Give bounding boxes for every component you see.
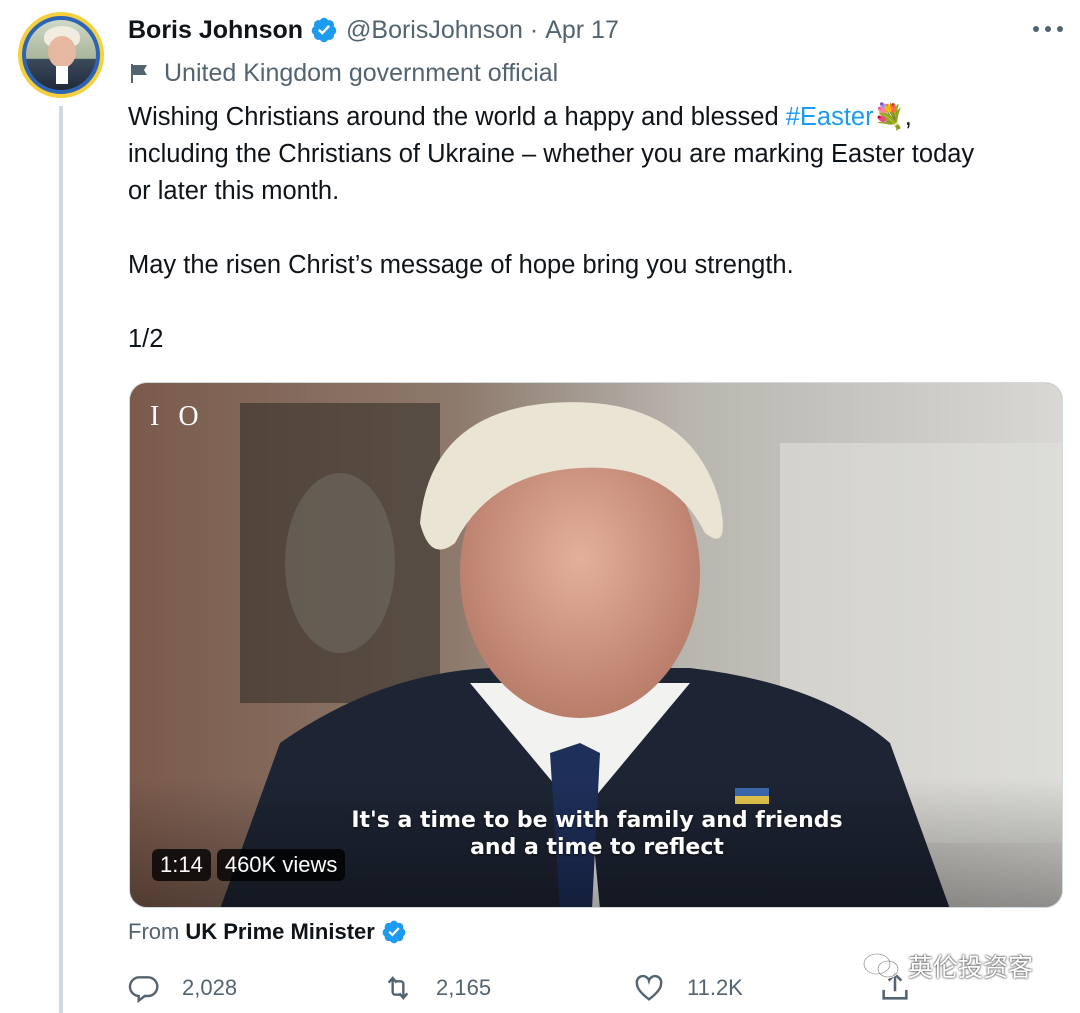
subtitle-line: It's a time to be with family and friend… bbox=[351, 808, 843, 833]
verified-icon bbox=[382, 920, 406, 944]
tweet-text-comma: , bbox=[904, 103, 912, 131]
video-player[interactable]: I O It's a time to be with family and fr… bbox=[129, 382, 1063, 908]
verified-icon bbox=[311, 17, 337, 43]
tweet-text: Wishing Christians around the world a ha… bbox=[128, 99, 1063, 358]
like-button[interactable]: 11.2K bbox=[633, 970, 743, 1006]
media-source: From UK Prime Minister bbox=[128, 916, 415, 948]
video-badges: 1:14 460K views bbox=[152, 849, 346, 881]
reply-icon bbox=[128, 976, 159, 1004]
source-account-link[interactable]: UK Prime Minister bbox=[185, 919, 375, 945]
like-count: 11.2K bbox=[687, 975, 743, 1000]
avatar[interactable] bbox=[18, 12, 104, 98]
government-label-text: United Kingdom government official bbox=[164, 58, 559, 87]
tweet-text-line: May the risen Christ’s message of hope b… bbox=[128, 251, 794, 279]
tweet-text-line: Wishing Christians around the world a ha… bbox=[128, 103, 786, 131]
wechat-icon bbox=[862, 952, 900, 979]
channel-mark: I O bbox=[150, 401, 205, 432]
retweet-icon bbox=[387, 976, 409, 1000]
tweet-header: Boris Johnson @BorisJohnson · Apr 17 bbox=[128, 14, 619, 46]
reply-count: 2,028 bbox=[182, 975, 238, 1000]
wechat-watermark: 英伦投资客 bbox=[862, 948, 1033, 984]
tweet-card: Boris Johnson @BorisJohnson · Apr 17 Uni… bbox=[0, 0, 1080, 1013]
wechat-watermark-text: 英伦投资客 bbox=[908, 954, 1034, 982]
more-options-icon[interactable] bbox=[1033, 18, 1063, 40]
retweet-count: 2,165 bbox=[436, 975, 492, 1000]
government-label: United Kingdom government official bbox=[128, 57, 558, 89]
tweet-text-line: 1/2 bbox=[128, 325, 164, 353]
avatar-photo bbox=[26, 20, 96, 90]
bouquet-emoji: 💐 bbox=[873, 103, 905, 131]
tweet-text-line: including the Christians of Ukraine – wh… bbox=[128, 140, 975, 168]
from-label: From bbox=[128, 919, 180, 944]
retweet-button[interactable]: 2,165 bbox=[382, 970, 491, 1006]
like-icon bbox=[635, 974, 663, 1001]
flag-icon bbox=[131, 64, 147, 83]
separator-dot: · bbox=[529, 15, 539, 44]
author-handle[interactable]: @BorisJohnson bbox=[346, 16, 523, 45]
thread-line bbox=[59, 106, 63, 1013]
reply-button[interactable]: 2,028 bbox=[128, 970, 237, 1006]
tweet-date[interactable]: Apr 17 bbox=[545, 16, 619, 45]
action-bar: 2,028 2,165 11.2K bbox=[128, 970, 928, 1006]
author-name[interactable]: Boris Johnson bbox=[128, 16, 303, 45]
video-duration: 1:14 bbox=[152, 849, 211, 881]
tweet-text-line: or later this month. bbox=[128, 177, 340, 205]
hashtag-link[interactable]: #Easter bbox=[786, 103, 874, 131]
video-views: 460K views bbox=[216, 849, 346, 881]
